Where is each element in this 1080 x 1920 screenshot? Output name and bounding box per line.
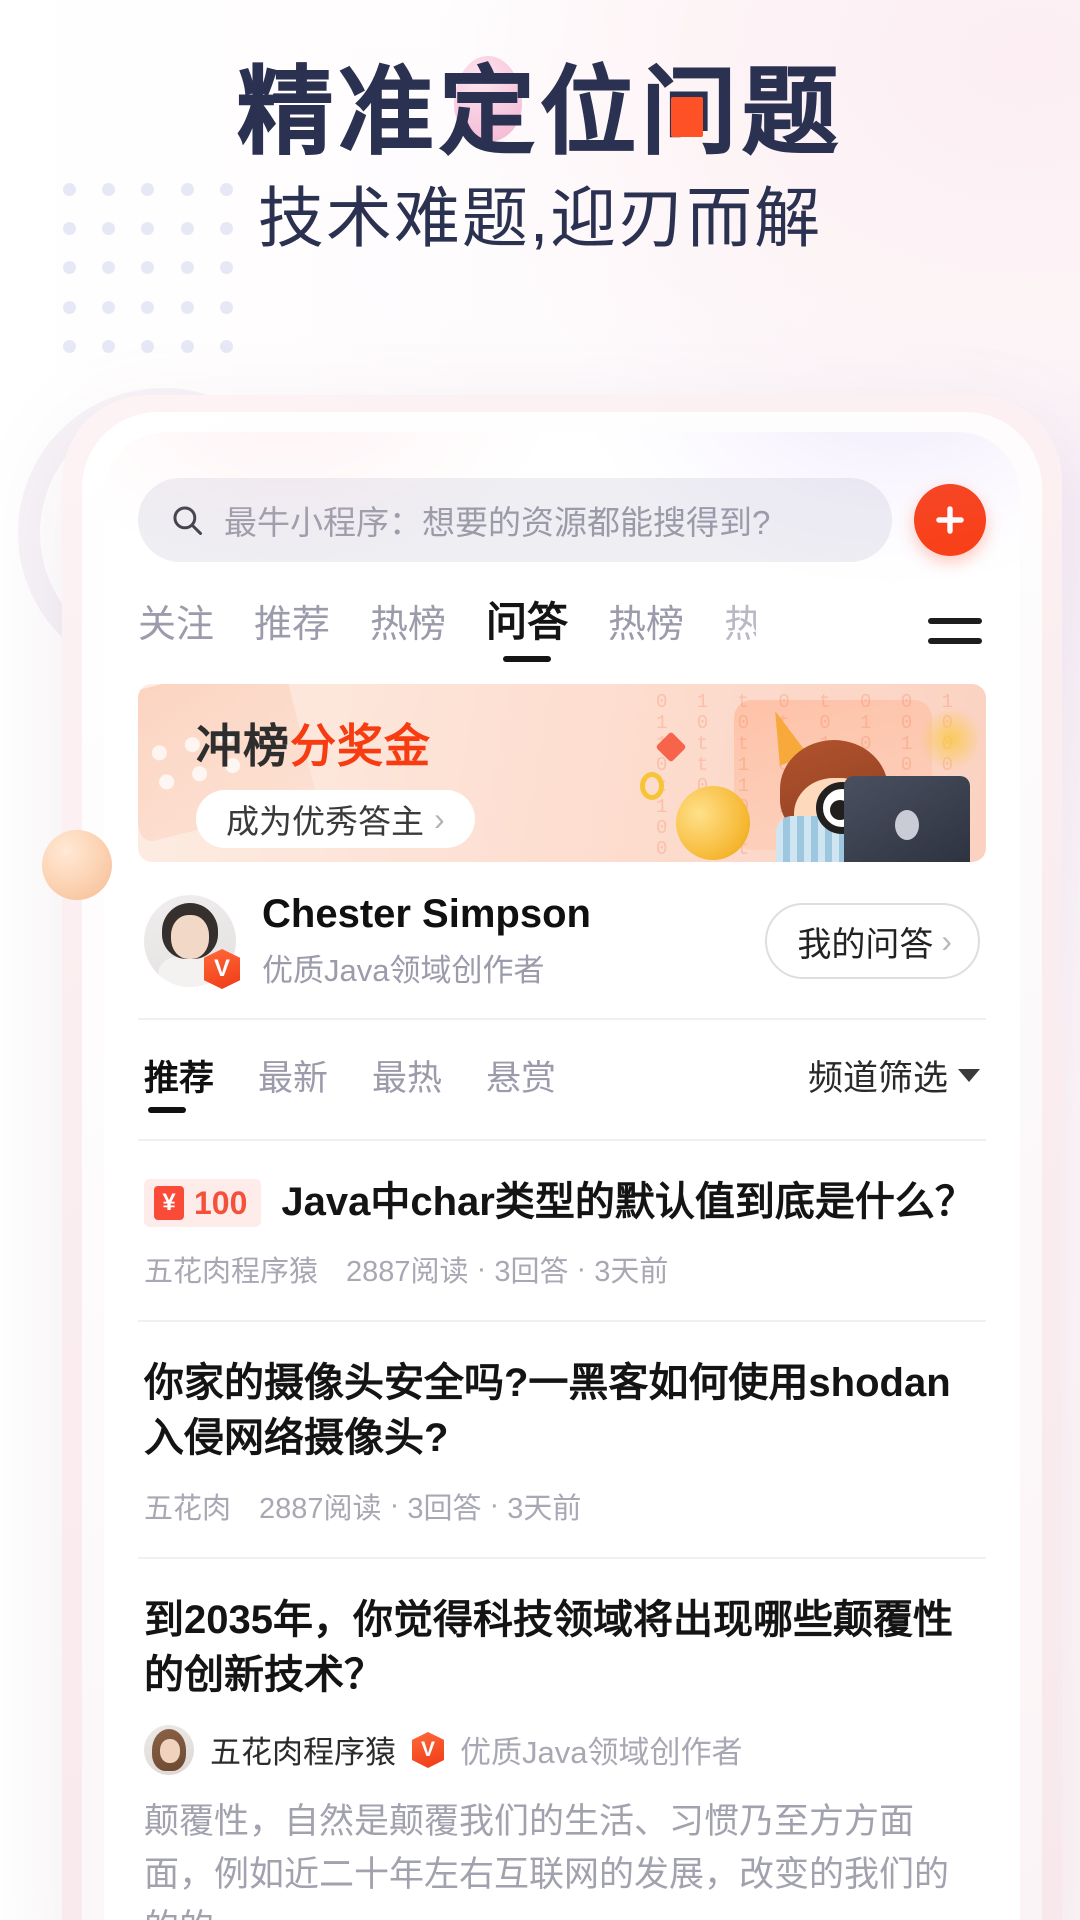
filter-tab-xuanshang[interactable]: 悬赏 bbox=[486, 1050, 556, 1113]
add-post-button[interactable] bbox=[914, 484, 986, 556]
bounty-amount: 100 bbox=[194, 1184, 248, 1221]
question-list-item[interactable]: ¥ 100 Java中char类型的默认值到底是什么？ 五花肉程序猿 2887阅… bbox=[138, 1141, 986, 1323]
search-row: 最牛小程序：想要的资源都能搜得到? bbox=[138, 432, 986, 562]
yen-icon: ¥ bbox=[154, 1186, 184, 1220]
banner-text-block: 冲榜分奖金 成为优秀答主 › bbox=[196, 710, 475, 848]
promo-subheadline: 技术难题,迎刃而解 bbox=[257, 180, 823, 255]
question-title-row: 到2035年，你觉得科技领域将出现哪些颠覆性的创新技术？ bbox=[144, 1593, 980, 1703]
filter-tab-zuire[interactable]: 最热 bbox=[372, 1050, 442, 1113]
user-meta: Chester Simpson 优质Java领域创作者 bbox=[262, 892, 739, 990]
tab-rebang-1[interactable]: 热榜 bbox=[370, 593, 446, 662]
channel-filter-dropdown[interactable]: 频道筛选 bbox=[808, 1050, 980, 1113]
question-reads: 2887阅读 bbox=[259, 1492, 382, 1525]
question-answers: 3回答 bbox=[494, 1256, 569, 1289]
question-author: 五花肉程序猿 bbox=[144, 1256, 319, 1289]
tab-tuijian[interactable]: 推荐 bbox=[254, 593, 330, 662]
tab-guanzhu[interactable]: 关注 bbox=[138, 593, 214, 662]
chevron-right-icon: › bbox=[434, 800, 445, 837]
chevron-right-icon: › bbox=[941, 922, 952, 959]
banner-cta-button[interactable]: 成为优秀答主 › bbox=[196, 790, 475, 848]
banner-cta-label: 成为优秀答主 bbox=[226, 803, 424, 840]
hamburger-line bbox=[928, 618, 982, 624]
filter-tab-zuixin[interactable]: 最新 bbox=[258, 1050, 328, 1113]
answer-author-name: 五花肉程序猿 bbox=[210, 1735, 396, 1771]
banner-title-accent: 分奖金 bbox=[290, 720, 431, 772]
my-qa-label: 我的问答 bbox=[797, 925, 934, 964]
user-name: Chester Simpson bbox=[262, 892, 591, 936]
tab-re-clipped[interactable]: 热 bbox=[724, 593, 756, 662]
question-time: 3天前 bbox=[594, 1256, 669, 1289]
user-title: 优质Java领域创作者 bbox=[262, 953, 545, 988]
question-title: 你家的摄像头安全吗?一黑客如何使用shodan入侵网络摄像头? bbox=[144, 1361, 951, 1461]
answer-author-avatar bbox=[144, 1724, 194, 1775]
channel-filter-label: 频道筛选 bbox=[807, 1059, 948, 1098]
question-title-row: 你家的摄像头安全吗?一黑客如何使用shodan入侵网络摄像头? bbox=[144, 1356, 980, 1466]
plus-icon bbox=[936, 506, 964, 534]
tab-rebang-2[interactable]: 热榜 bbox=[608, 593, 684, 662]
top-tab-bar: 关注 推荐 热榜 问答 热榜 热 bbox=[138, 588, 986, 662]
character-laptop bbox=[844, 776, 970, 862]
search-icon bbox=[173, 506, 202, 535]
promo-banner[interactable]: 0 1 t 0 t 0 0 1 1 0 0 t 0 1 0 0 1 t t 0 … bbox=[138, 684, 986, 862]
avatar-face bbox=[171, 915, 209, 959]
question-title: Java中char类型的默认值到底是什么？ bbox=[281, 1180, 975, 1224]
question-title: 到2035年，你觉得科技领域将出现哪些颠覆性的创新技术？ bbox=[144, 1597, 953, 1697]
banner-coin-small bbox=[640, 772, 664, 800]
question-time: 3天前 bbox=[507, 1492, 582, 1525]
verified-badge-icon: V bbox=[412, 1731, 444, 1768]
banner-title: 冲榜分奖金 bbox=[196, 710, 475, 776]
question-title-row: ¥ 100 Java中char类型的默认值到底是什么？ bbox=[144, 1175, 980, 1230]
answer-excerpt: 颠覆性，自然是颠覆我们的生活、习惯乃至方方面面，例如近二十年左右互联网的发展，改… bbox=[144, 1801, 950, 1920]
user-profile-row[interactable]: V Chester Simpson 优质Java领域创作者 我的问答 › bbox=[138, 862, 986, 1020]
my-qa-button[interactable]: 我的问答 › bbox=[765, 903, 980, 979]
question-meta: 五花肉程序猿 2887阅读 · 3回答 · 3天前 bbox=[144, 1248, 980, 1290]
answer-author-row[interactable]: 五花肉程序猿 V 优质Java领域创作者 bbox=[144, 1724, 980, 1775]
hamburger-line bbox=[928, 638, 982, 644]
chevron-down-icon bbox=[958, 1069, 980, 1082]
tab-wenda[interactable]: 问答 bbox=[486, 588, 568, 662]
question-author: 五花肉 bbox=[144, 1492, 232, 1525]
promo-headline-block: 精准定位问题 技术难题,迎刃而解 bbox=[0, 56, 1080, 255]
avatar[interactable]: V bbox=[144, 895, 240, 989]
tab-menu-button[interactable] bbox=[928, 618, 982, 662]
headline-accent-box bbox=[671, 97, 703, 137]
question-reads: 2887阅读 bbox=[346, 1256, 469, 1289]
search-input[interactable]: 最牛小程序：想要的资源都能搜得到? bbox=[138, 478, 892, 562]
answer-author-title: 优质Java领域创作者 bbox=[460, 1735, 743, 1771]
avatar-face bbox=[160, 1738, 180, 1763]
promo-headline: 精准定位问题 bbox=[0, 59, 1080, 166]
promo-headline-text: 精准定位问题 bbox=[237, 59, 843, 166]
app-viewport: 最牛小程序：想要的资源都能搜得到? 关注 推荐 热榜 问答 热榜 热 0 1 t… bbox=[104, 432, 1020, 1920]
decorative-orange-sphere bbox=[42, 830, 112, 900]
question-list-item[interactable]: 到2035年，你觉得科技领域将出现哪些颠覆性的创新技术？ 五花肉程序猿 V 优质… bbox=[138, 1559, 986, 1920]
banner-illustration: 0 1 t 0 t 0 0 1 1 0 0 t 0 1 0 0 1 t t 0 … bbox=[640, 684, 986, 862]
filter-tab-tuijian[interactable]: 推荐 bbox=[144, 1050, 214, 1113]
question-meta: 五花肉 2887阅读 · 3回答 · 3天前 bbox=[144, 1485, 980, 1527]
search-placeholder: 最牛小程序：想要的资源都能搜得到? bbox=[224, 504, 771, 541]
banner-title-plain: 冲榜 bbox=[196, 720, 290, 772]
filter-tab-bar: 推荐 最新 最热 悬赏 频道筛选 bbox=[138, 1020, 986, 1141]
bounty-badge: ¥ 100 bbox=[144, 1179, 262, 1227]
banner-character bbox=[754, 722, 970, 862]
phone-screen: 最牛小程序：想要的资源都能搜得到? 关注 推荐 热榜 问答 热榜 热 0 1 t… bbox=[104, 432, 1020, 1920]
question-list-item[interactable]: 你家的摄像头安全吗?一黑客如何使用shodan入侵网络摄像头? 五花肉 2887… bbox=[138, 1322, 986, 1559]
question-answers: 3回答 bbox=[407, 1492, 482, 1525]
